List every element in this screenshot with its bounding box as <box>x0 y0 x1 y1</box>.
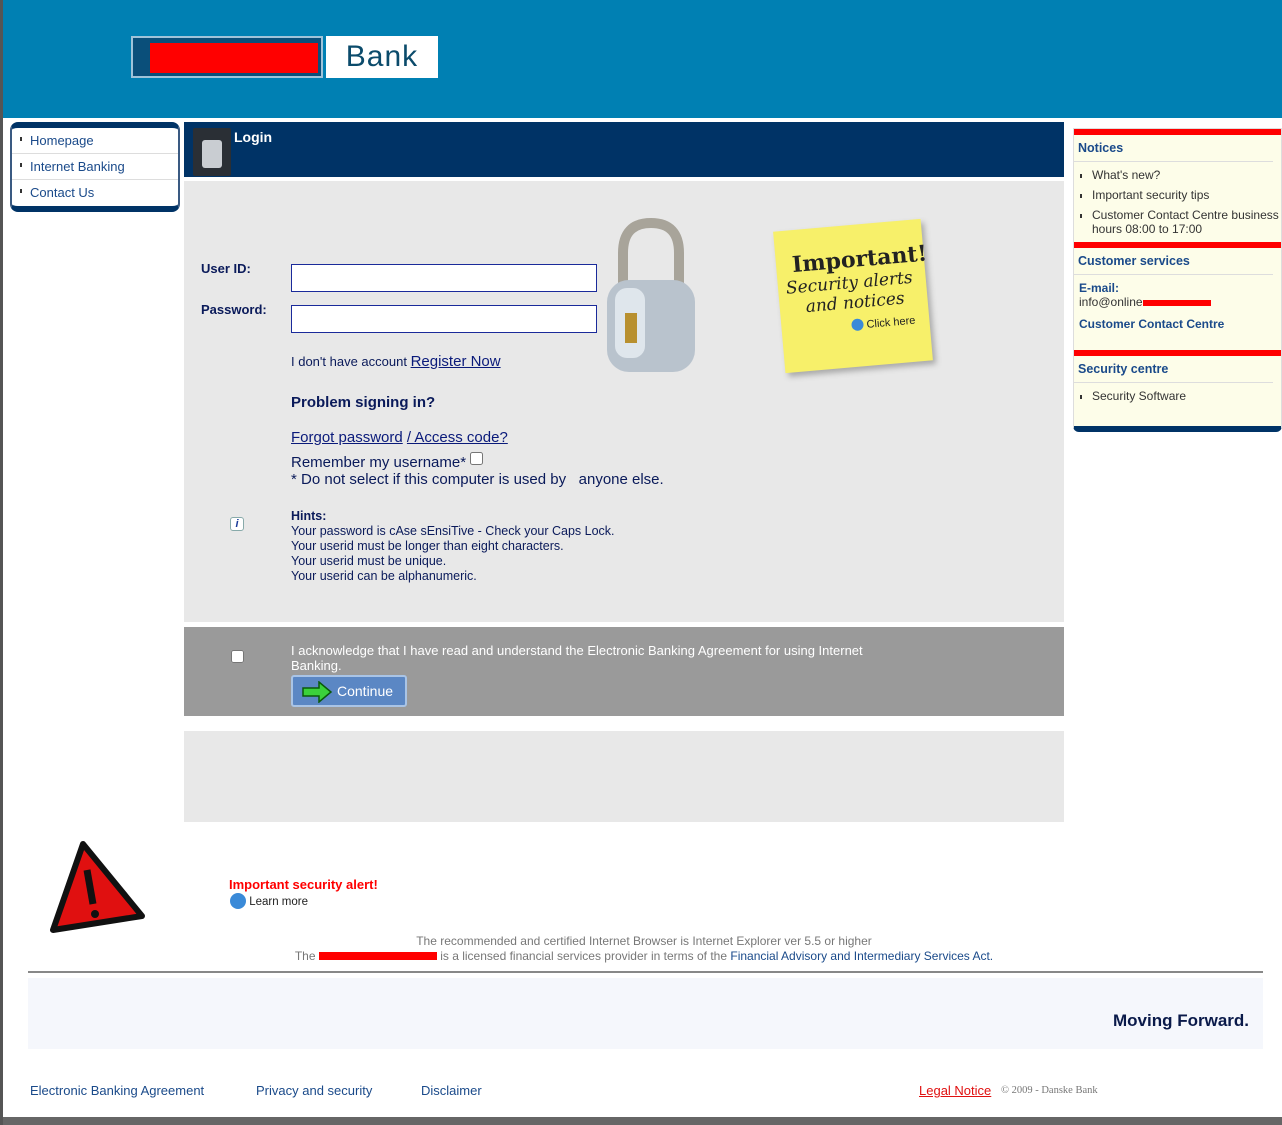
copyright: © 2009 - Danske Bank <box>1001 1085 1098 1096</box>
user-id-input[interactable] <box>291 264 597 292</box>
security-alert-title: Important security alert! <box>229 877 378 892</box>
hint: Your userid must be longer than eight ch… <box>291 539 564 553</box>
learn-more-link[interactable]: Learn more <box>249 896 308 908</box>
email-value[interactable]: info@online <box>1079 295 1143 309</box>
remember-checkbox[interactable] <box>470 452 484 465</box>
left-nav: Homepage Internet Banking Contact Us <box>10 122 180 212</box>
logo-redacted <box>131 36 323 78</box>
register-now-link[interactable]: Register Now <box>411 353 501 370</box>
click-here-link[interactable]: Click here <box>866 315 916 331</box>
acknowledge-checkbox[interactable] <box>231 650 244 663</box>
forgot-password-link[interactable]: Forgot password <box>291 429 403 446</box>
info-icon: i <box>230 517 244 531</box>
right-sidebar: Notices What's new? Important security t… <box>1073 128 1282 432</box>
warning-icon <box>50 841 145 933</box>
logo-bank: Bank <box>326 36 438 78</box>
slogan-band <box>28 978 1263 1049</box>
hint: Your password is cAse sEnsiTive - Check … <box>291 524 615 538</box>
fais-act-link[interactable]: Financial Advisory and Intermediary Serv… <box>730 949 993 963</box>
notice-business-hours[interactable]: Customer Contact Centre business hours 0… <box>1074 205 1281 239</box>
browser-note: The recommended and certified Internet B… <box>416 934 872 948</box>
remember-label: Remember my username* <box>291 454 467 471</box>
legal-notice-link[interactable]: Legal Notice <box>919 1083 991 1098</box>
security-sticky-note[interactable]: Important! Security alerts and notices C… <box>773 218 933 374</box>
window-bottom-edge <box>3 1117 1282 1125</box>
footer-link-privacy[interactable]: Privacy and security <box>256 1083 372 1098</box>
hint: Your userid can be alphanumeric. <box>291 569 477 583</box>
hint: Your userid must be unique. <box>291 554 447 568</box>
password-label: Password: <box>201 302 267 317</box>
provider-prefix: The <box>294 949 316 963</box>
no-account-text: I don't have account <box>291 354 407 369</box>
redaction <box>318 952 437 960</box>
redaction <box>1142 300 1211 306</box>
arrow-circle-icon <box>851 318 865 332</box>
acknowledge-text: I acknowledge that I have read and under… <box>291 643 863 673</box>
access-code-link[interactable]: / Access code? <box>407 429 508 446</box>
password-input[interactable] <box>291 305 597 333</box>
login-title: Login <box>234 129 273 145</box>
hints-title: Hints: <box>291 509 327 523</box>
continue-button[interactable]: Continue <box>291 675 407 707</box>
padlock-image <box>607 218 695 372</box>
provider-text: is a licensed financial services provide… <box>440 949 728 963</box>
footer-link-agreement[interactable]: Electronic Banking Agreement <box>30 1083 204 1098</box>
nav-internet-banking[interactable]: Internet Banking <box>12 154 178 180</box>
login-header-bar <box>184 122 1064 177</box>
notice-security-tips[interactable]: Important security tips <box>1074 185 1281 205</box>
empty-panel <box>184 731 1064 822</box>
security-software-link[interactable]: Security Software <box>1074 386 1281 406</box>
user-id-label: User ID: <box>201 261 251 276</box>
remember-note: * Do not select if this computer is used… <box>291 471 664 488</box>
footer-divider <box>28 971 1263 973</box>
notice-whats-new[interactable]: What's new? <box>1074 165 1281 185</box>
slogan: Moving Forward. <box>1113 1011 1249 1030</box>
footer-link-disclaimer[interactable]: Disclaimer <box>421 1083 482 1098</box>
lock-icon <box>193 128 231 176</box>
arrow-circle-icon <box>230 893 246 909</box>
customer-services-title: Customer services <box>1074 248 1273 275</box>
contact-centre-link[interactable]: Customer Contact Centre <box>1079 317 1276 331</box>
nav-homepage[interactable]: Homepage <box>12 128 178 154</box>
security-centre-title: Security centre <box>1074 356 1273 383</box>
nav-contact-us[interactable]: Contact Us <box>12 180 178 206</box>
problem-heading: Problem signing in? <box>291 394 436 411</box>
arrow-right-icon <box>302 681 333 703</box>
continue-label: Continue <box>337 683 394 699</box>
notices-title: Notices <box>1074 135 1273 162</box>
email-label: E-mail: <box>1079 281 1120 295</box>
